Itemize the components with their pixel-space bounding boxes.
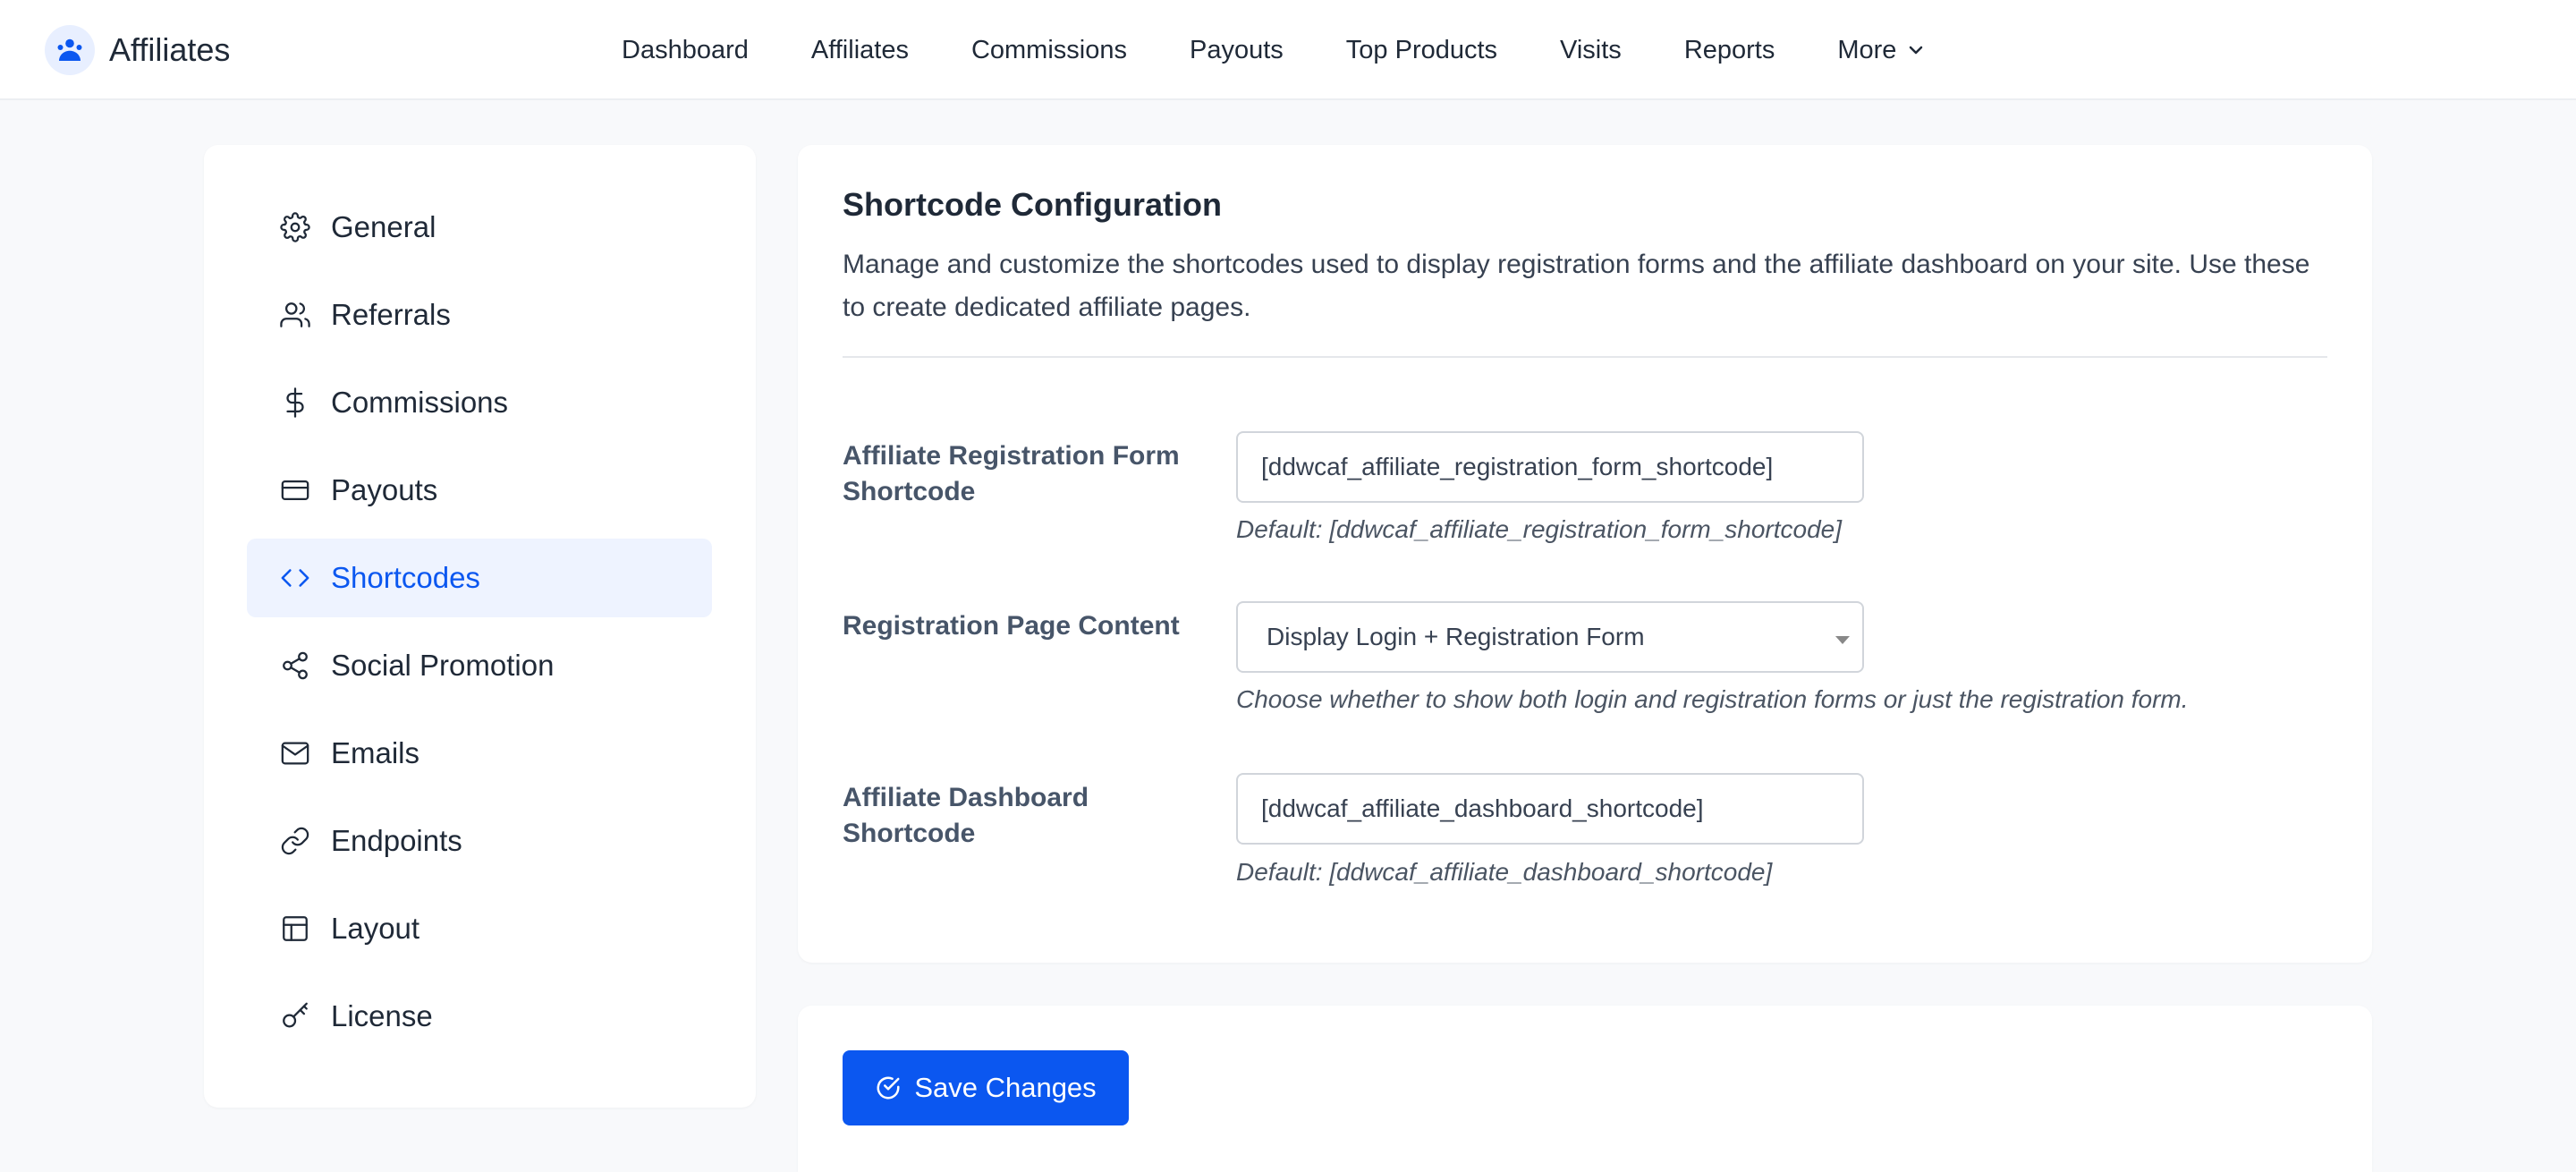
sidebar-item-label: General (331, 210, 436, 243)
nav-commissions[interactable]: Commissions (971, 36, 1127, 65)
affiliates-logo-icon (45, 25, 95, 75)
registration-form-shortcode-label: Affiliate Registration Form Shortcode (843, 441, 1180, 506)
dashboard-shortcode-label: Affiliate Dashboard Shortcode (843, 783, 1089, 848)
dollar-icon (277, 385, 313, 420)
layout-icon (277, 911, 313, 947)
sidebar-item-endpoints[interactable]: Endpoints (247, 802, 712, 880)
registration-form-shortcode-help: Default: [ddwcaf_affiliate_registration_… (1236, 515, 1843, 543)
sidebar-item-label: Layout (331, 912, 420, 945)
link-icon (277, 823, 313, 859)
gear-icon (277, 209, 313, 245)
sidebar-item-referrals[interactable]: Referrals (247, 276, 712, 354)
actions-card: Save Changes (798, 1006, 2372, 1172)
nav-top-products[interactable]: Top Products (1346, 36, 1497, 65)
shortcode-configuration-card: Shortcode Configuration Manage and custo… (798, 145, 2372, 963)
dashboard-shortcode-input[interactable] (1236, 773, 1864, 845)
sidebar-item-label: Payouts (331, 473, 438, 506)
sidebar-item-layout[interactable]: Layout (247, 889, 712, 968)
share-icon (277, 648, 313, 684)
sidebar-item-emails[interactable]: Emails (247, 714, 712, 793)
sidebar-item-payouts[interactable]: Payouts (247, 451, 712, 530)
chevron-down-icon (1910, 46, 1923, 55)
sidebar-item-label: License (331, 999, 433, 1032)
select-value: Display Login + Registration Form (1267, 623, 1645, 650)
nav-visits[interactable]: Visits (1560, 36, 1622, 65)
sidebar-item-general[interactable]: General (247, 188, 712, 267)
brand[interactable]: Affiliates (45, 23, 230, 77)
nav-affiliates[interactable]: Affiliates (811, 36, 909, 65)
sidebar-item-label: Referrals (331, 298, 451, 331)
top-navbar: Affiliates Dashboard Affiliates Commissi… (0, 0, 2576, 100)
sidebar-item-label: Endpoints (331, 824, 462, 857)
divider (843, 356, 2327, 358)
sidebar-item-license[interactable]: License (247, 977, 712, 1056)
sidebar-item-social-promotion[interactable]: Social Promotion (247, 626, 712, 705)
users-icon (277, 297, 313, 333)
save-changes-label: Save Changes (914, 1072, 1097, 1103)
save-changes-button[interactable]: Save Changes (843, 1050, 1129, 1125)
mail-icon (277, 735, 313, 771)
sidebar-item-commissions[interactable]: Commissions (247, 363, 712, 442)
nav-more[interactable]: More (1837, 36, 1927, 65)
registration-form-shortcode-input[interactable] (1236, 431, 1864, 503)
caret-down-icon (1835, 636, 1850, 644)
sidebar-item-label: Shortcodes (331, 561, 480, 594)
section-description: Manage and customize the shortcodes used… (843, 250, 2310, 322)
settings-sidebar: General Referrals Commissions Payouts Sh… (204, 145, 756, 1108)
sidebar-item-label: Commissions (331, 386, 509, 419)
registration-page-content-select[interactable]: Display Login + Registration Form (1236, 601, 1864, 673)
nav-payouts[interactable]: Payouts (1190, 36, 1284, 65)
main-nav: Dashboard Affiliates Commissions Payouts… (622, 0, 1927, 100)
nav-more-label: More (1837, 35, 1897, 64)
brand-name: Affiliates (109, 31, 231, 68)
sidebar-item-label: Emails (331, 736, 420, 769)
sidebar-item-shortcodes[interactable]: Shortcodes (247, 539, 712, 617)
sidebar-item-label: Social Promotion (331, 649, 555, 682)
registration-page-content-label: Registration Page Content (843, 611, 1180, 641)
nav-dashboard[interactable]: Dashboard (622, 36, 749, 65)
registration-page-content-help: Choose whether to show both login and re… (1236, 685, 2189, 713)
key-icon (277, 998, 313, 1034)
dashboard-shortcode-help: Default: [ddwcaf_affiliate_dashboard_sho… (1236, 858, 1773, 886)
nav-reports[interactable]: Reports (1684, 36, 1775, 65)
credit-card-icon (277, 472, 313, 508)
code-icon (277, 560, 313, 596)
section-title: Shortcode Configuration (843, 186, 1222, 223)
check-circle-icon (877, 1076, 900, 1100)
